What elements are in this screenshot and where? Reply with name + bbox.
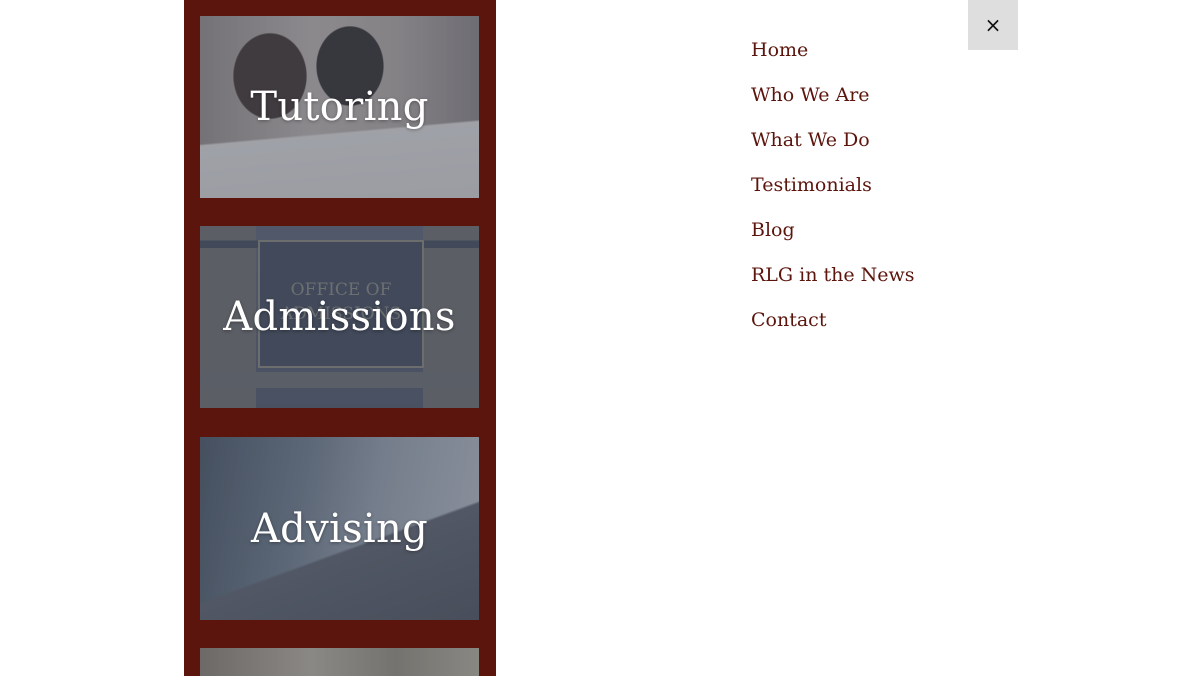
nav-link-home[interactable]: Home bbox=[751, 30, 951, 75]
nav-link-testimonials[interactable]: Testimonials bbox=[751, 165, 951, 210]
close-menu-button[interactable]: × bbox=[968, 0, 1018, 50]
close-icon: × bbox=[984, 13, 1002, 37]
service-card-label: Tutoring bbox=[250, 84, 429, 130]
service-card-admissions[interactable]: OFFICE OF ADMISSIONS Admissions bbox=[200, 226, 479, 408]
service-card-partial[interactable] bbox=[200, 648, 479, 676]
service-card-advising[interactable]: Advising bbox=[200, 437, 479, 620]
service-card-tutoring[interactable]: Tutoring bbox=[200, 16, 479, 198]
nav-link-rlg-in-the-news[interactable]: RLG in the News bbox=[751, 255, 951, 300]
main-nav: Home Who We Are What We Do Testimonials … bbox=[751, 30, 951, 345]
page: Tutoring OFFICE OF ADMISSIONS Admissions… bbox=[0, 0, 1200, 676]
card-overlay bbox=[200, 648, 479, 676]
nav-link-who-we-are[interactable]: Who We Are bbox=[751, 75, 951, 120]
service-card-label: Advising bbox=[251, 505, 428, 552]
service-card-label: Admissions bbox=[223, 294, 456, 340]
services-panel: Tutoring OFFICE OF ADMISSIONS Admissions… bbox=[184, 0, 496, 676]
nav-link-what-we-do[interactable]: What We Do bbox=[751, 120, 951, 165]
nav-link-blog[interactable]: Blog bbox=[751, 210, 951, 255]
nav-link-contact[interactable]: Contact bbox=[751, 300, 951, 345]
